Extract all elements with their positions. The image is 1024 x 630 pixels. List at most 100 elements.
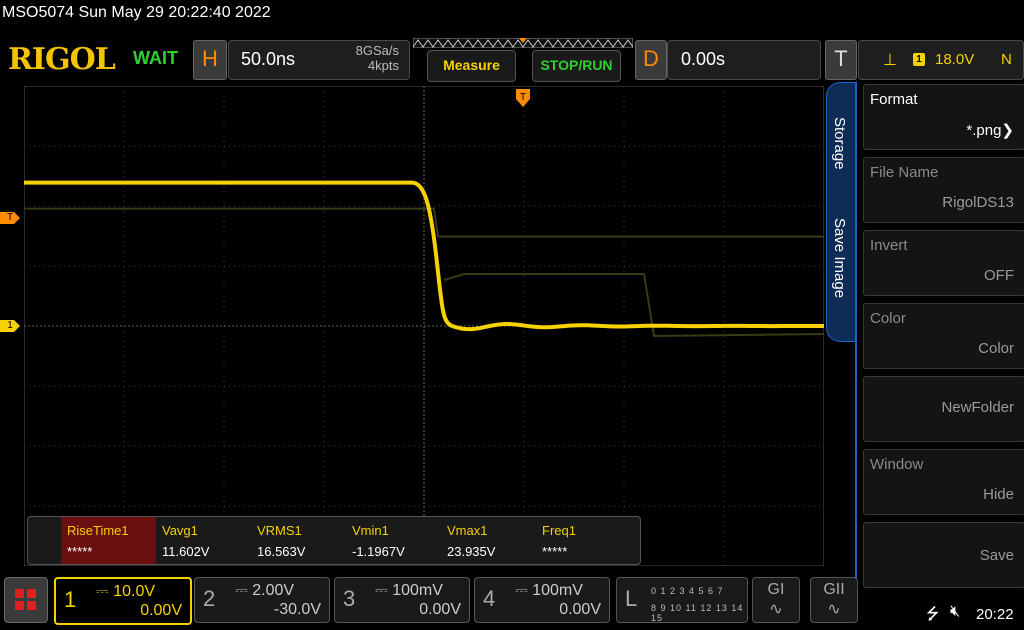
menu-item-label: Format [870,91,918,108]
menu-item-label: Window [870,456,924,473]
menu-item-window[interactable]: Window Hide [863,449,1024,515]
menu-item-value: Hide [983,486,1014,503]
channel-offset: 0.00V [140,602,182,619]
measurement-vmax[interactable]: Vmax1 23.935V [441,517,536,564]
measurement-name: VRMS1 [257,523,302,538]
menu-item-value: Save [979,547,1014,564]
menu-item-value: Color [978,340,1014,357]
measurement-name: Vmax1 [447,523,488,538]
acquisition-info: 8GSa/s 4kpts [356,43,399,73]
trigger-mode: N [1001,51,1012,68]
channel-offset: 0.00V [559,601,601,618]
channel-scale: ⎓ 100mV [515,582,583,599]
run-state-indicator: WAIT [133,48,178,68]
timebase-value: 50.0ns [241,49,296,69]
menu-item-value: RigolDS13 [942,194,1014,211]
delay-panel[interactable]: 0.00s [667,40,821,80]
generator-1-button[interactable]: GI ∿ [752,577,800,623]
generator-2-button[interactable]: GII ∿ [810,577,858,623]
ch1-offset-marker[interactable]: 1 [0,320,20,332]
logic-analyzer-button[interactable]: L 0 1 2 3 4 5 6 7 8 9 10 11 12 13 14 15 [616,577,748,623]
measurement-value: -1.1967V [352,544,405,559]
dc-coupling-icon: ⎓ [515,582,528,599]
menu-tabs: Storage Save Image [826,82,857,342]
tab-save-image[interactable]: Save Image [831,218,848,298]
measurement-value: ***** [67,544,93,559]
generator-2-label: GII [823,581,845,598]
menu-item-label: Color [870,310,906,327]
memory-depth: 4kpts [367,58,399,73]
menu-item-format[interactable]: Format *.png❯ [863,84,1024,150]
channel-scale: ⎓ 2.00V [235,582,295,599]
trigger-button[interactable]: T [825,40,857,80]
grid-menu-icon [15,589,36,610]
stop-run-button[interactable]: STOP/RUN [532,50,621,82]
window-title: MSO5074 Sun May 29 20:22:40 2022 [2,4,271,21]
measurement-vmin[interactable]: Vmin1 -1.1967V [346,517,441,564]
measurement-name: Freq1 [542,523,576,538]
speaker-muted-icon[interactable]: 🔇︎ [950,603,960,621]
delay-button[interactable]: D [635,40,667,80]
sine-wave-icon: ∿ [827,601,841,618]
dc-coupling-icon: ⎓ [375,582,388,599]
dc-coupling-icon: ⎓ [235,582,248,599]
channel-offset: -30.0V [273,601,321,618]
trigger-position-label: T [520,92,526,103]
logic-channels-low: 0 1 2 3 4 5 6 7 [651,586,724,596]
trigger-level: 18.0V [935,51,975,68]
measurement-name: Vavg1 [162,523,198,538]
measurement-value: ***** [542,544,568,559]
measurement-bar[interactable]: RiseTime1 ***** Vavg1 11.602V VRMS1 16.5… [27,516,641,565]
channel-number: 2 [203,586,216,611]
trigger-position-marker[interactable]: T [515,88,531,108]
timebase-panel[interactable]: 50.0ns 8GSa/s 4kpts [228,40,410,80]
measure-button[interactable]: Measure [427,50,516,82]
waveform-display[interactable] [24,86,824,566]
sine-wave-icon: ∿ [769,601,783,618]
menu-item-value: *.png❯ [966,122,1014,139]
chevron-right-icon: ❯ [1001,122,1014,139]
measurement-vavg[interactable]: Vavg1 11.602V [156,517,251,564]
memory-navigation-bar [413,38,633,48]
logic-channels-high: 8 9 10 11 12 13 14 15 [651,603,744,623]
sample-rate: 8GSa/s [355,43,399,58]
menu-item-label: File Name [870,164,939,181]
delay-value: 0.00s [681,49,726,69]
measurement-freq[interactable]: Freq1 ***** [536,517,631,564]
menu-item-value: OFF [984,267,1014,284]
measurement-value: 16.563V [257,544,306,559]
channel-number: 1 [64,587,77,612]
measurement-name: Vmin1 [352,523,389,538]
trigger-channel-badge: 1 [913,53,925,66]
menu-item-new-folder[interactable]: NewFolder [863,376,1024,442]
menu-item-save[interactable]: Save [863,522,1024,588]
channel-4-button[interactable]: 4 ⎓ 100mV 0.00V [474,577,610,623]
channel-scale: ⎓ 10.0V [96,583,156,600]
measurement-value: 11.602V [162,544,210,559]
trigger-level-marker[interactable]: T [0,212,20,224]
channel-scale: ⎓ 100mV [375,582,443,599]
menu-item-file-name[interactable]: File Name RigolDS13 [863,157,1024,223]
dc-coupling-icon: ⎓ [96,583,109,600]
rigol-logo: RIGOL [8,42,116,77]
channel-number: 3 [343,586,356,611]
channel-1-button[interactable]: 1 ⎓ 10.0V 0.00V [54,577,192,625]
menu-item-color[interactable]: Color Color [863,303,1024,369]
logic-letter: L [625,586,638,611]
trigger-panel[interactable]: ⊥ 1 18.0V N [858,40,1024,80]
channel-offset: 0.00V [419,601,461,618]
falling-edge-icon: ⊥ [883,52,897,69]
menu-key[interactable] [4,577,48,623]
menu-item-invert[interactable]: Invert OFF [863,230,1024,296]
channel-3-button[interactable]: 3 ⎓ 100mV 0.00V [334,577,470,623]
menu-item-label: Invert [870,237,908,254]
measurement-name: RiseTime1 [67,523,129,538]
channel-2-button[interactable]: 2 ⎓ 2.00V -30.0V [194,577,330,623]
measurement-vrms[interactable]: VRMS1 16.563V [251,517,346,564]
measurement-risetime[interactable]: RiseTime1 ***** [61,517,156,564]
usb-icon: ⭍ [926,606,940,623]
tab-storage[interactable]: Storage [831,117,848,170]
horizontal-button[interactable]: H [193,40,227,80]
save-image-menu: Format *.png❯ File Name RigolDS13 Invert… [855,82,1024,592]
channel-number: 4 [483,586,496,611]
